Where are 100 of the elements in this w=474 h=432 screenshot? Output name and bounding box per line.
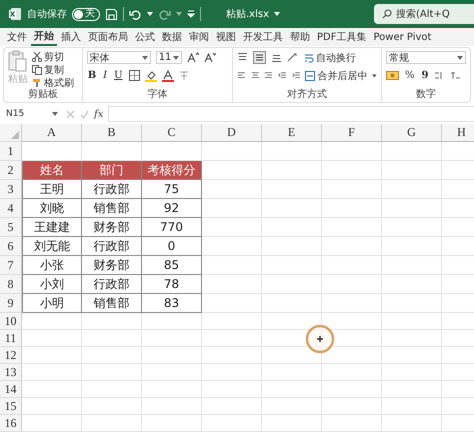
table-cell[interactable] bbox=[142, 415, 202, 432]
caret-icon[interactable] bbox=[372, 74, 377, 78]
decrease-indent-icon[interactable] bbox=[278, 70, 287, 81]
table-cell[interactable] bbox=[202, 256, 262, 275]
table-cell[interactable] bbox=[322, 275, 382, 294]
table-cell[interactable] bbox=[382, 364, 442, 381]
font-color-icon[interactable] bbox=[162, 70, 174, 82]
table-cell[interactable] bbox=[202, 218, 262, 237]
table-cell[interactable] bbox=[322, 180, 382, 199]
wrap-text-button[interactable]: 自动换行 bbox=[304, 51, 356, 64]
table-cell[interactable] bbox=[202, 364, 262, 381]
row-header[interactable]: 8 bbox=[0, 275, 22, 294]
table-cell[interactable] bbox=[322, 161, 382, 180]
column-header[interactable]: F bbox=[322, 124, 382, 142]
table-cell[interactable] bbox=[22, 364, 82, 381]
undo-icon[interactable] bbox=[129, 8, 142, 20]
fill-color-icon[interactable] bbox=[144, 70, 157, 82]
table-cell[interactable]: 刘无能 bbox=[22, 237, 82, 256]
row-header[interactable]: 14 bbox=[0, 381, 22, 398]
bold-button[interactable]: B bbox=[86, 70, 98, 81]
table-cell[interactable] bbox=[322, 364, 382, 381]
table-cell[interactable] bbox=[142, 364, 202, 381]
table-cell[interactable]: 85 bbox=[142, 256, 202, 275]
row-header[interactable]: 15 bbox=[0, 398, 22, 415]
column-header[interactable]: D bbox=[202, 124, 262, 142]
table-cell[interactable]: 财务部 bbox=[82, 256, 142, 275]
table-cell[interactable] bbox=[382, 415, 442, 432]
ribbon-tab[interactable]: PDF工具集 bbox=[314, 28, 370, 46]
table-cell[interactable] bbox=[202, 237, 262, 256]
table-cell[interactable]: 770 bbox=[142, 218, 202, 237]
table-cell[interactable]: 销售部 bbox=[82, 199, 142, 218]
table-cell[interactable] bbox=[262, 415, 322, 432]
ribbon-tab[interactable]: 帮助 bbox=[287, 28, 313, 46]
file-name[interactable]: 粘贴.xlsx bbox=[226, 7, 270, 21]
table-cell[interactable] bbox=[202, 398, 262, 415]
table-cell[interactable] bbox=[322, 381, 382, 398]
table-cell[interactable] bbox=[202, 199, 262, 218]
align-bottom-icon[interactable] bbox=[271, 52, 282, 63]
row-header[interactable]: 10 bbox=[0, 313, 22, 330]
font-size-field[interactable]: 11 bbox=[156, 51, 182, 64]
column-header[interactable]: C bbox=[142, 124, 202, 142]
table-cell[interactable] bbox=[382, 294, 442, 313]
table-cell[interactable]: 王建建 bbox=[22, 218, 82, 237]
table-cell[interactable] bbox=[202, 294, 262, 313]
table-cell[interactable] bbox=[262, 218, 322, 237]
ribbon-tab[interactable]: 开发工具 bbox=[240, 28, 286, 46]
currency-icon[interactable] bbox=[386, 70, 399, 81]
underline-button[interactable]: U bbox=[113, 70, 124, 81]
table-cell[interactable] bbox=[382, 161, 442, 180]
check-icon[interactable] bbox=[80, 110, 89, 118]
row-header[interactable]: 2 bbox=[0, 161, 22, 180]
table-cell[interactable] bbox=[82, 381, 142, 398]
table-cell[interactable] bbox=[82, 364, 142, 381]
table-cell[interactable] bbox=[82, 347, 142, 364]
table-cell[interactable] bbox=[22, 330, 82, 347]
table-cell[interactable] bbox=[82, 313, 142, 330]
table-cell[interactable] bbox=[262, 199, 322, 218]
column-header[interactable]: E bbox=[262, 124, 322, 142]
table-cell[interactable] bbox=[82, 330, 142, 347]
table-cell[interactable] bbox=[322, 294, 382, 313]
column-header[interactable]: A bbox=[22, 124, 82, 142]
row-header[interactable]: 16 bbox=[0, 415, 22, 432]
decrease-decimal-icon[interactable] bbox=[450, 70, 462, 81]
orientation-icon[interactable] bbox=[287, 52, 299, 63]
table-cell[interactable] bbox=[22, 398, 82, 415]
table-cell[interactable] bbox=[322, 313, 382, 330]
table-cell[interactable] bbox=[382, 218, 442, 237]
table-cell[interactable] bbox=[262, 275, 322, 294]
table-cell[interactable] bbox=[382, 313, 442, 330]
row-header[interactable]: 5 bbox=[0, 218, 22, 237]
table-cell[interactable]: 92 bbox=[142, 199, 202, 218]
table-cell[interactable] bbox=[382, 199, 442, 218]
cut-button[interactable]: 剪切 bbox=[32, 50, 74, 63]
table-cell[interactable] bbox=[262, 313, 322, 330]
table-cell[interactable] bbox=[262, 330, 322, 347]
column-header[interactable]: G bbox=[382, 124, 442, 142]
ribbon-tab[interactable]: 视图 bbox=[213, 28, 239, 46]
row-header[interactable]: 6 bbox=[0, 237, 22, 256]
phonetic-icon[interactable] bbox=[178, 70, 189, 81]
table-cell[interactable] bbox=[22, 381, 82, 398]
comma-style-button[interactable]: 9 bbox=[420, 70, 430, 81]
table-cell[interactable] bbox=[262, 398, 322, 415]
select-all-icon[interactable] bbox=[11, 131, 19, 139]
table-cell[interactable] bbox=[382, 398, 442, 415]
table-cell[interactable] bbox=[322, 415, 382, 432]
table-cell[interactable] bbox=[262, 237, 322, 256]
format-painter-button[interactable]: 格式刷 bbox=[32, 76, 74, 89]
row-header[interactable]: 11 bbox=[0, 330, 22, 347]
redo-icon[interactable] bbox=[158, 8, 171, 20]
table-cell[interactable] bbox=[142, 330, 202, 347]
table-cell[interactable] bbox=[322, 199, 382, 218]
table-cell[interactable] bbox=[382, 330, 442, 347]
table-cell[interactable] bbox=[22, 347, 82, 364]
ribbon-tab[interactable]: 公式 bbox=[132, 28, 158, 46]
table-cell[interactable] bbox=[202, 347, 262, 364]
table-cell[interactable]: 行政部 bbox=[82, 180, 142, 199]
table-cell[interactable]: 小刘 bbox=[22, 275, 82, 294]
table-cell[interactable]: 75 bbox=[142, 180, 202, 199]
table-cell[interactable]: 行政部 bbox=[82, 237, 142, 256]
search-field[interactable]: 搜索(Alt+Q bbox=[374, 4, 474, 24]
